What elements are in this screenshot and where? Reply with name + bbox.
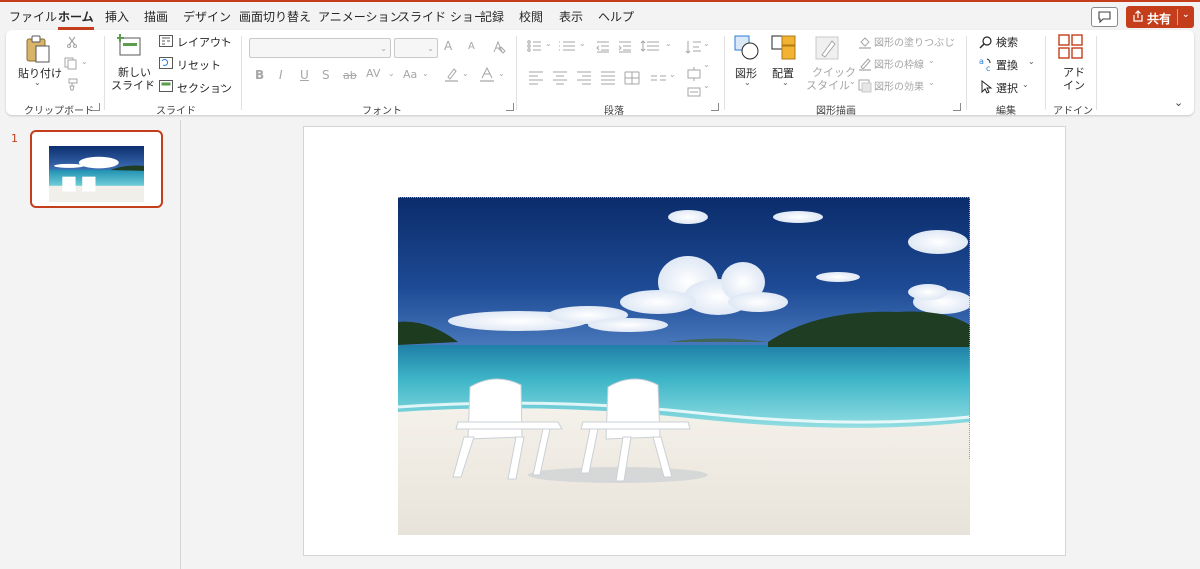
font-size-combo[interactable]: ⌄ [394,38,438,58]
share-button[interactable]: 共有 ⌄ [1126,6,1194,28]
tab-draw[interactable]: 描画 [144,8,168,25]
arrange-icon [771,35,796,60]
font-launcher-icon[interactable] [506,103,514,111]
tab-view[interactable]: 表示 [559,8,583,25]
font-color-icon[interactable] [480,67,494,83]
change-case-button[interactable]: Aa [403,68,417,81]
slide-editor [182,120,1200,569]
tab-help[interactable]: ヘルプ [598,8,634,25]
quick-styles-icon [815,36,839,60]
select-cursor-icon [981,80,993,94]
clipboard-group-label: クリップボード [24,106,94,117]
tab-record[interactable]: 記録 [480,8,504,25]
tab-insert[interactable]: 挿入 [105,8,129,25]
reset-icon [159,57,173,69]
tab-review[interactable]: 校閲 [519,8,543,25]
replace-label: 置換 [996,59,1018,72]
reset-label: リセット [177,59,221,72]
search-icon [979,36,992,49]
copy-icon[interactable] [64,57,78,70]
paragraph-icons[interactable] [526,39,716,101]
slide-number: 1 [11,132,18,145]
slide-thumbnail[interactable] [30,130,163,208]
bold-button[interactable]: B [255,68,264,82]
select-label: 選択 [996,82,1018,95]
clipboard-launcher-icon[interactable] [92,103,100,111]
drawing-group-label: 図形描画 [816,106,856,117]
strikethrough-button[interactable]: ab [343,69,357,82]
char-spacing-button[interactable]: AV [366,67,380,80]
ribbon-collapse-icon[interactable]: ⌄ [1174,96,1183,109]
highlight-icon[interactable] [444,67,460,83]
slide-thumbnail-pane: 1 [0,120,181,569]
tab-transitions[interactable]: 画面切り替え [239,8,311,25]
comments-button[interactable] [1091,7,1118,27]
addins-label-2: イン [1063,79,1085,92]
editing-group-label: 編集 [996,106,1016,117]
share-divider [1177,9,1178,25]
svg-text:a: a [979,57,984,66]
tab-slideshow[interactable]: スライド ショー [398,8,486,25]
section-icon [159,80,173,92]
replace-icon: a c [979,57,991,72]
font-group-label: フォント [362,106,402,117]
paragraph-launcher-icon[interactable] [711,103,719,111]
slide-canvas[interactable] [303,126,1066,556]
tab-home[interactable]: ホーム [58,8,94,30]
pen-outline-icon [859,58,871,71]
chevron-down-icon[interactable]: ⌄ [1182,10,1190,20]
share-icon [1133,10,1143,22]
beach-chairs-image [398,197,970,535]
svg-text:c: c [986,64,990,72]
ribbon: 貼り付け ⌄ ⌄ クリップボード 新しい スライド ⌄ レイアウト ⌄ リセット… [6,30,1194,117]
shadow-button[interactable]: S [322,68,330,82]
shape-fill-label: 図形の塗りつぶし [874,38,955,49]
font-name-combo[interactable]: ⌄ [249,38,391,58]
new-slide-icon [117,34,141,56]
share-label: 共有 [1147,12,1172,26]
cut-icon[interactable] [66,36,78,48]
addins-icon [1058,34,1083,59]
slides-group-label: スライド [156,106,196,117]
layout-icon [159,35,173,47]
shape-effects-icon [858,79,872,93]
shrink-font-button[interactable]: A [468,41,475,52]
paragraph-group-label: 段落 [604,106,624,117]
tab-file[interactable]: ファイル [9,8,57,25]
tab-animations[interactable]: アニメーション [318,8,402,25]
italic-button[interactable]: I [279,68,283,82]
quick-styles-label-2: スタイル [806,79,850,92]
tab-design[interactable]: デザイン [183,8,231,25]
underline-button[interactable]: U [300,68,309,82]
comment-icon [1098,11,1111,23]
paint-bucket-icon [859,37,871,49]
shape-outline-label: 図形の枠線 [874,60,924,71]
slide-thumbnail-image [49,146,144,202]
find-label: 検索 [996,36,1018,49]
paste-icon [26,35,50,63]
addins-group-label: アドイン [1053,106,1093,117]
shapes-icon [734,35,759,60]
beach-photo[interactable] [398,197,970,535]
grow-font-button[interactable]: A [444,39,452,53]
drawing-launcher-icon[interactable] [953,103,961,111]
format-painter-icon[interactable] [65,78,78,91]
menu-bar: ファイル ホーム 挿入 描画 デザイン 画面切り替え アニメーション スライド … [0,0,1200,30]
shape-effects-label: 図形の効果 [874,82,924,93]
clear-format-icon[interactable] [492,40,506,54]
